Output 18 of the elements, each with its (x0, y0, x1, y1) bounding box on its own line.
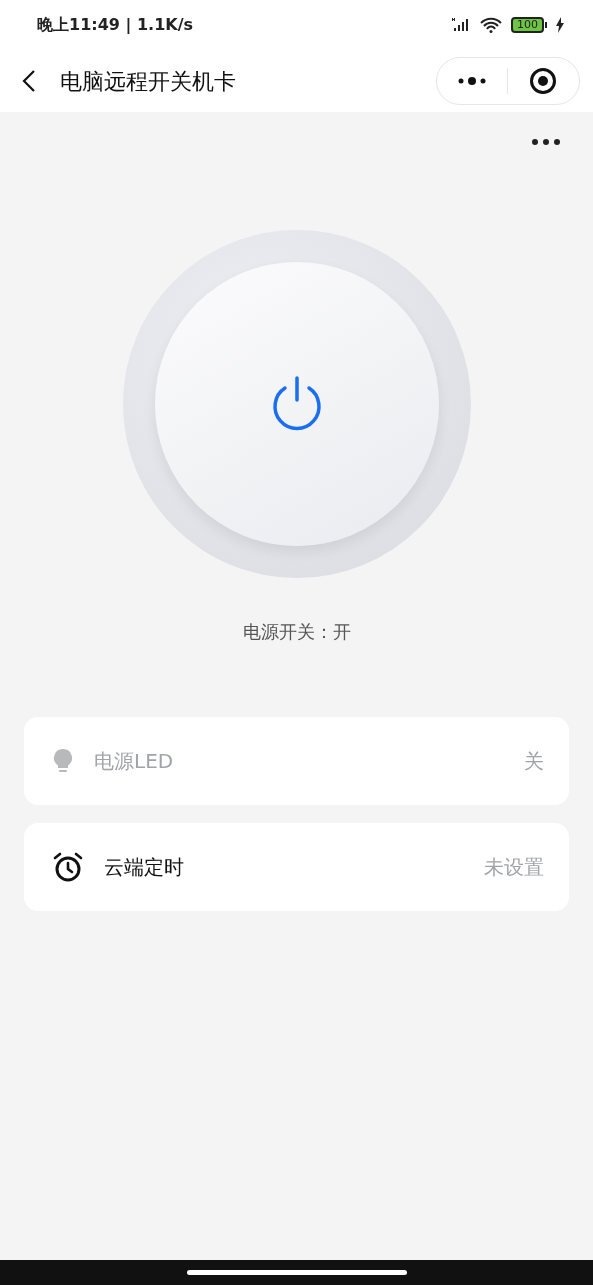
page-title: 电脑远程开关机卡 (60, 67, 236, 96)
dots-icon (457, 76, 487, 86)
row-label: 云端定时 (104, 854, 184, 881)
back-button[interactable] (22, 68, 36, 94)
row-value: 未设置 (484, 854, 544, 881)
charging-icon (555, 17, 565, 33)
status-time: 晚上11:49 | 1.1K/s (37, 14, 194, 36)
signal-icon (451, 17, 471, 33)
power-status: 电源开关：开 (242, 620, 351, 644)
more-icon[interactable] (531, 138, 561, 146)
bulb-icon (52, 748, 74, 774)
setting-row[interactable]: 云端定时 未设置 (24, 823, 569, 911)
target-icon (529, 67, 557, 95)
row-value: 关 (524, 748, 544, 775)
alarm-clock-icon (52, 851, 84, 883)
battery-icon: 100 (511, 17, 544, 33)
row-label: 电源LED (94, 748, 174, 775)
wifi-icon (479, 17, 503, 33)
